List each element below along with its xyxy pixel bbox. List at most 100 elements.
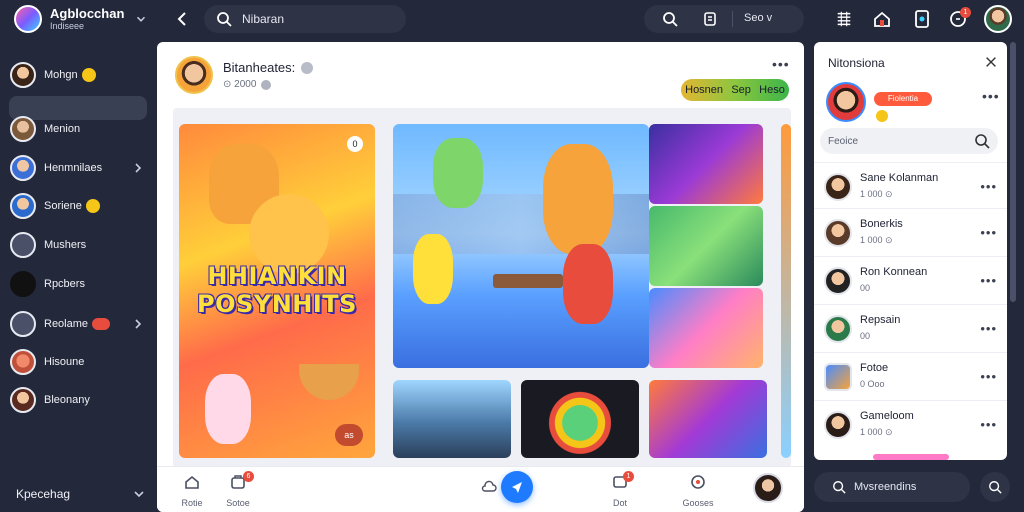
thumbnail-image[interactable] [649,380,767,458]
more-options-icon[interactable]: ••• [980,369,997,384]
more-options-icon[interactable]: ••• [980,179,997,194]
avatar[interactable] [753,473,783,503]
cartoon-kids-shape [433,138,483,208]
tag-right: Heso [759,84,785,96]
info-icon [261,79,272,90]
back-icon[interactable] [172,8,194,30]
scrollbar[interactable] [1010,42,1016,302]
avatar[interactable] [826,82,866,122]
send-button[interactable] [501,471,533,503]
cartoon-fox-shape [543,144,613,254]
contact-sub: 1 000 ⊙ [860,427,893,437]
media-gallery: HHIANKIN POSYNHITS 0 as [173,108,791,468]
thumbnail-image[interactable] [393,380,511,458]
thumbnail-image[interactable] [521,380,639,458]
more-options-icon[interactable]: ••• [980,417,997,432]
search-icon[interactable] [662,11,678,27]
nav-gooses[interactable]: Gooses [675,473,721,508]
scroll-indicator [873,454,949,460]
search-icon[interactable] [974,133,990,149]
sidebar-item-reolame[interactable]: Reolame [10,311,148,337]
scene-image[interactable] [393,124,649,368]
list-item[interactable]: Fotoe 0 Ooo ••• [814,352,1007,400]
sidebar-item-label: Menion [44,123,81,135]
sidebar-item-bleonany[interactable]: Bleonany [10,387,148,413]
sidebar-item-soriene[interactable]: Soriene [10,193,148,219]
more-options-icon[interactable]: ••• [980,225,997,240]
sidebar: Mohgn Menion Henmnilaes Soriene Mushers … [0,40,156,512]
hero-image[interactable]: HHIANKIN POSYNHITS 0 as [179,124,375,458]
close-icon[interactable] [983,54,999,70]
search-icon [832,480,846,494]
sidebar-footer-label: Kpecehag [16,487,71,501]
notification-badge: 1 [960,7,971,18]
search-button[interactable] [980,472,1010,502]
avatar [10,349,36,375]
more-options-icon[interactable]: ••• [982,89,1000,103]
smile-icon [10,311,36,337]
list-item[interactable]: Ron Konnean 00 ••• [814,256,1007,304]
verified-icon [301,61,314,74]
app-brand[interactable]: Agblocchan Indiseee [14,5,148,33]
more-options-icon[interactable]: ••• [772,57,790,71]
chevron-down-icon[interactable] [134,12,148,26]
contact-name: Bonerkis [860,218,903,230]
next-image-preview[interactable] [781,124,791,458]
tablet-icon[interactable] [912,9,932,29]
contact-name: Gameloom [860,410,914,422]
thumbnail-image[interactable] [649,206,763,286]
sidebar-item-mushers[interactable]: Mushers [10,232,148,258]
sort-dropdown[interactable]: Seo v [744,12,772,24]
sidebar-item-label: Rpcbers [44,278,85,290]
divider [732,11,733,27]
more-options-icon[interactable]: ••• [980,273,997,288]
badge-icon [92,318,111,330]
avatar [824,315,852,343]
avatar [824,267,852,295]
nav-label: Gooses [682,498,714,508]
grid-icon[interactable] [834,9,854,29]
sidebar-item-henmnilaes[interactable]: Henmnilaes [10,155,148,181]
chevron-right-icon[interactable] [132,162,144,174]
nav-store[interactable]: 6 Sotoe [215,471,261,508]
sidebar-item-profile[interactable]: Mohgn [10,62,148,88]
tag-pill[interactable]: Hosnen Sep Heso [681,79,789,101]
list-item[interactable]: Sane Kolanman 1 000 ⊙ ••• [814,162,1007,210]
nav-badge: 1 [623,471,634,482]
sidebar-item-label: Hisoune [44,356,85,368]
sidebar-item-label: Mushers [44,239,87,251]
contact-sub: 00 [860,331,871,341]
list-item[interactable]: Bonerkis 1 000 ⊙ ••• [814,208,1007,256]
nav-home[interactable]: Rotie [169,473,215,508]
right-panel: Nitonsiona Fiolentia ••• Feoice Sane Kol… [814,42,1007,460]
panel-title: Nitonsiona [828,56,885,70]
nav-dot[interactable]: 1 Dot [597,471,643,508]
contact-sub: 0 Ooo [860,379,885,389]
thumbnail-image[interactable] [649,288,763,368]
search-placeholder: Feoice [828,135,859,147]
search-input[interactable]: Nibaran [204,5,406,33]
user-avatar[interactable] [984,5,1012,33]
bottom-search-input[interactable]: Mvsreendins [814,472,970,502]
avatar[interactable] [175,56,213,94]
sidebar-item-rpcbers[interactable]: Rpcbers [10,271,148,297]
home-icon[interactable] [872,9,892,29]
home-icon [183,473,201,491]
list-item[interactable]: Gameloom 1 000 ⊙ ••• [814,400,1007,448]
chevron-right-icon[interactable] [132,318,144,330]
more-options-icon[interactable]: ••• [980,321,997,336]
bottom-search-text: Mvsreendins [854,481,917,493]
sidebar-item-hisoune[interactable]: Hisoune [10,349,148,375]
emoji-icon [85,199,100,213]
thumbnail-image[interactable] [649,124,763,204]
avatar [10,193,36,219]
sidebar-item-mention[interactable]: Menion [10,116,148,142]
list-icon [10,232,36,258]
main-feed: Bitanheates: ⊙ 2000 Hosnen Sep Heso ••• … [157,42,804,512]
panel-search-input[interactable]: Feoice [820,128,998,154]
document-icon[interactable] [702,11,718,27]
list-item[interactable]: Repsain 00 ••• [814,304,1007,352]
cloud-icon[interactable] [481,479,497,495]
chevron-down-icon[interactable] [132,487,146,501]
sidebar-footer[interactable]: Kpecehag [16,484,146,504]
